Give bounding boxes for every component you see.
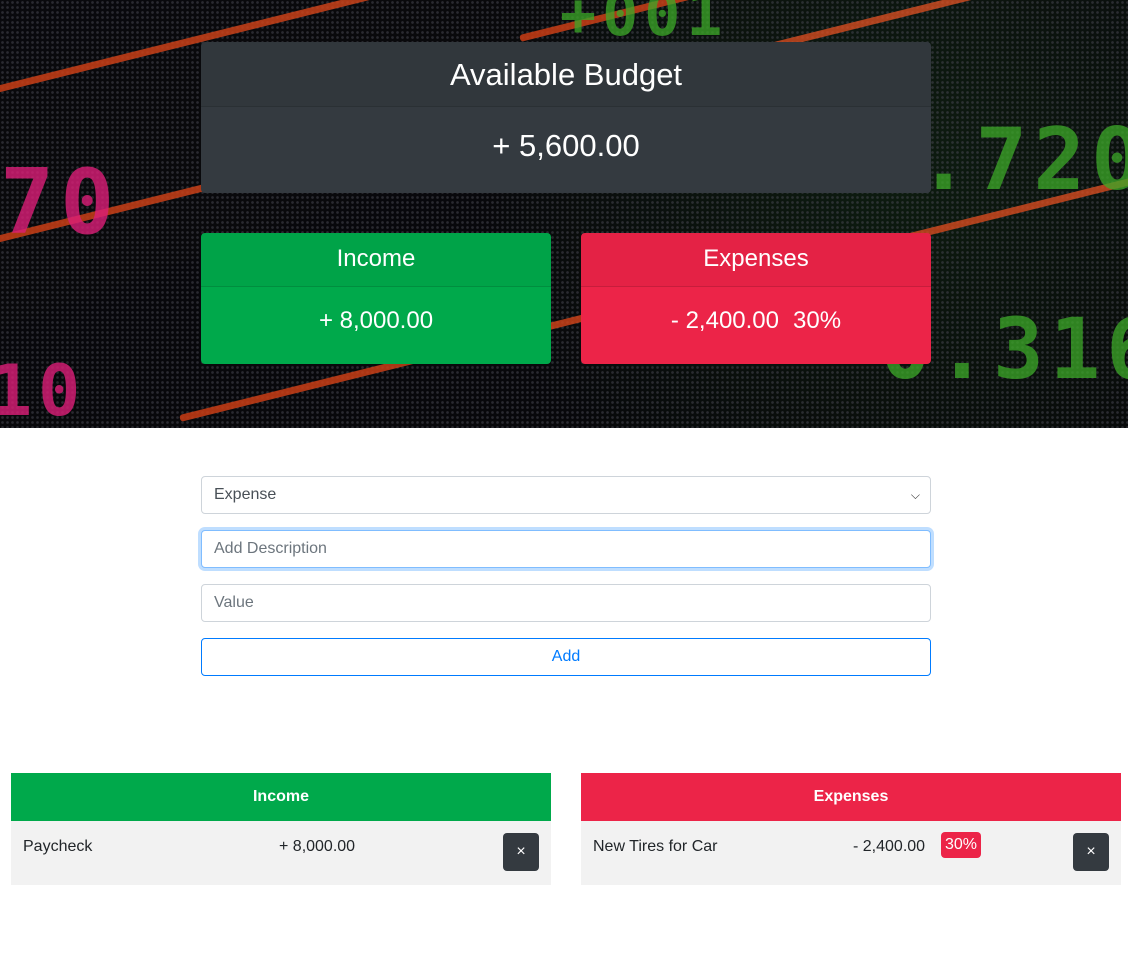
item-description: New Tires for Car [593, 838, 718, 855]
item-amount: - 2,400.00 [853, 838, 926, 855]
type-select[interactable]: Expense ⌵ [201, 476, 931, 514]
income-summary-title: Income [201, 233, 551, 287]
item-description: Paycheck [23, 838, 93, 855]
add-entry-form: Expense ⌵ Add Description Value Add [201, 476, 931, 676]
expenses-summary-value: - 2,400.00 30% [581, 287, 931, 364]
budget-amount: + 5,600.00 [492, 128, 640, 163]
expenses-summary-card: Expenses - 2,400.00 30% [581, 233, 931, 364]
expense-list: Expenses New Tires for Car - 2,400.00 30… [581, 773, 1121, 885]
item-amount: + 8,000.00 [279, 838, 356, 855]
description-input[interactable]: Add Description [201, 530, 931, 568]
list-item: New Tires for Car - 2,400.00 30% × [581, 821, 1121, 885]
expenses-summary-title: Expenses [581, 233, 931, 287]
led-digits-decoration: 70 [0, 150, 121, 255]
add-button[interactable]: Add [201, 638, 931, 676]
delete-item-button[interactable]: × [503, 833, 539, 871]
income-list: Income Paycheck + 8,000.00 × [11, 773, 551, 885]
budget-title: Available Budget [201, 42, 931, 107]
income-summary-amount: + 8,000.00 [318, 307, 434, 334]
close-icon: × [516, 843, 526, 860]
delete-item-button[interactable]: × [1073, 833, 1109, 871]
income-list-header: Income [11, 773, 551, 821]
available-budget-card: Available Budget + 5,600.00 [201, 42, 931, 193]
led-digits-decoration: 10 [0, 350, 87, 428]
chevron-down-icon: ⌵ [910, 488, 920, 502]
income-summary-card: Income + 8,000.00 [201, 233, 551, 364]
type-select-value: Expense [214, 486, 277, 503]
percent-badge: 30% [941, 832, 982, 858]
expenses-summary-amount: - 2,400.00 [670, 307, 780, 334]
expenses-summary-percent: 30% [793, 307, 842, 334]
value-input[interactable]: Value [201, 584, 931, 622]
expense-list-header: Expenses [581, 773, 1121, 821]
close-icon: × [1086, 843, 1096, 860]
list-item: Paycheck + 8,000.00 × [11, 821, 551, 885]
